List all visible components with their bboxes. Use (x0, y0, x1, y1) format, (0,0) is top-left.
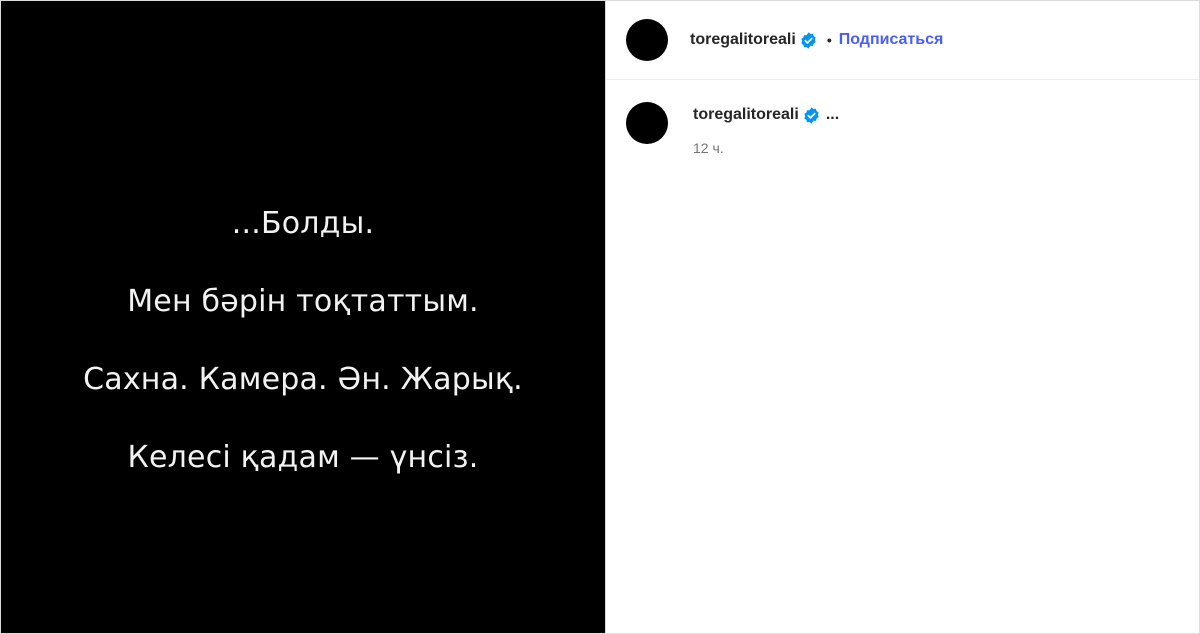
media-line-1: ...Болды. (231, 206, 375, 241)
media-text-block: ...Болды. Мен бәрін тоқтаттым. Сахна. Ка… (83, 206, 523, 476)
verified-badge-icon (800, 31, 817, 49)
follow-button[interactable]: Подписаться (839, 31, 944, 49)
caption-username[interactable]: toregalitoreali (693, 106, 799, 124)
header-separator: • (826, 32, 832, 48)
post-header: toregalitoreali • Подписаться (606, 1, 1199, 80)
post-media[interactable]: ...Болды. Мен бәрін тоқтаттым. Сахна. Ка… (1, 1, 605, 633)
caption-text: ... (825, 106, 840, 123)
post-dialog: ...Болды. Мен бәрін тоқтаттым. Сахна. Ка… (0, 0, 1200, 634)
author-avatar[interactable] (626, 19, 668, 61)
media-line-3: Сахна. Камера. Ән. Жарық. (83, 362, 523, 397)
media-line-2: Мен бәрін тоқтаттым. (127, 284, 479, 319)
caption-body: toregalitoreali ... 12 ч. (693, 100, 839, 156)
caption-timestamp[interactable]: 12 ч. (693, 140, 839, 156)
media-line-4: Келесі қадам — үнсіз. (127, 440, 479, 475)
caption-author-avatar[interactable] (626, 102, 668, 144)
caption-comment: toregalitoreali ... 12 ч. (606, 80, 1199, 156)
post-side-panel: toregalitoreali • Подписаться toregalito… (605, 1, 1199, 633)
caption-row: toregalitoreali ... (693, 106, 839, 124)
author-username[interactable]: toregalitoreali (690, 31, 796, 49)
verified-badge-icon (803, 106, 820, 124)
